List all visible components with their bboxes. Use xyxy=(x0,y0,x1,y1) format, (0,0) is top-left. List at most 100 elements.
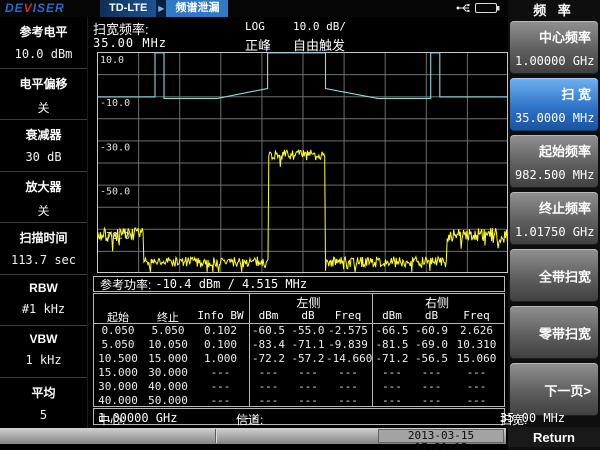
table-row: 40.00050.000--------------------- xyxy=(94,394,504,408)
table-cell: --- xyxy=(449,380,504,394)
param-value: 关 xyxy=(0,202,87,219)
analyzer-screen: DEVISER TD-LTE ▶ 频谱泄漏 参考电平 10.0 dBm 电平偏移关衰… xyxy=(0,0,600,450)
table-cell: --- xyxy=(290,394,326,408)
table-cell: -55.0 xyxy=(290,324,326,338)
spectrum-plot-canvas: 10.0-10.0-30.0-50.0-70.0 xyxy=(97,52,508,273)
param-item-attenuator: 衰减器30 dB xyxy=(0,120,87,172)
timestamp: 2013-03-15 17:21:15 xyxy=(378,429,504,443)
table-row: 0.0505.0500.102-60.5-55.0-2.575-66.5-60.… xyxy=(94,324,504,338)
softkey-column: 中心频率1.00000 GHz 扫 宽 35.0000 MHz 起始频率982.500… xyxy=(508,21,600,416)
table-header: 左侧 右侧 起始终止Info BWdBmdBFreqdBmdBFreq xyxy=(94,294,504,324)
table-cell: 5.050 xyxy=(94,338,142,352)
softkey-zero-span[interactable]: 零带扫宽 xyxy=(510,306,598,359)
column-header-row: 起始终止Info BWdBmdBFreqdBmdBFreq xyxy=(94,309,504,325)
table-cell: --- xyxy=(449,366,504,380)
table-cell: --- xyxy=(290,380,326,394)
softkey-value: 1.01750 GHz xyxy=(515,225,594,239)
param-value: 113.7 sec xyxy=(0,253,87,267)
param-label: 参考电平 xyxy=(0,23,87,40)
table-cell: 0.050 xyxy=(94,324,142,338)
column-header: dB xyxy=(290,309,326,325)
table-cell: -81.5 xyxy=(370,338,414,352)
softkey-next-page[interactable]: 下一页> xyxy=(510,363,598,416)
table-cell: 15.000 xyxy=(142,352,194,366)
breadcrumb-arrow-icon: ▶ xyxy=(156,0,166,17)
softkey-value: 35.0000 MHz xyxy=(515,111,594,125)
param-item-sweep-time: 扫描时间113.7 sec xyxy=(0,223,87,275)
table-cell: --- xyxy=(370,380,414,394)
param-value: 关 xyxy=(0,99,87,116)
ref-power-value: -10.4 dBm / 4.515 MHz xyxy=(155,277,307,291)
tab-spectrum-leakage[interactable]: 频谱泄漏 xyxy=(166,0,228,17)
param-value: 10.0 dBm xyxy=(0,47,87,61)
table-cell: -57.2 xyxy=(290,352,326,366)
reference-power-readout: 参考功率: -10.4 dBm / 4.515 MHz xyxy=(93,276,505,292)
softkey-label: 零带扫宽 xyxy=(539,323,591,342)
softkey-label: 起始频率 xyxy=(539,141,591,160)
table-cell: -66.5 xyxy=(370,324,414,338)
table-row: 5.05010.0500.100-83.4-71.1-9.839-81.5-69… xyxy=(94,338,504,352)
softkey-label: 终止频率 xyxy=(539,198,591,217)
table-divider xyxy=(249,294,250,406)
table-cell: 50.000 xyxy=(142,394,194,408)
return-button[interactable]: Return xyxy=(508,427,600,447)
softkey-label: 扫 宽 xyxy=(561,84,591,103)
table-cell: --- xyxy=(247,380,290,394)
table-cell: -14.660 xyxy=(326,352,370,366)
table-cell: -83.4 xyxy=(247,338,290,352)
deviser-logo: DEVISER xyxy=(5,1,65,15)
param-item-average: 平均5 xyxy=(0,378,87,429)
table-cell: --- xyxy=(247,366,290,380)
y-axis-tick: -30.0 xyxy=(100,142,130,153)
param-label: RBW xyxy=(0,281,87,295)
status-icons xyxy=(456,2,500,14)
table-divider xyxy=(372,294,373,406)
softkey-value: 1.00000 GHz xyxy=(515,54,594,68)
table-cell: -60.5 xyxy=(247,324,290,338)
column-header: dBm xyxy=(370,309,414,325)
left-sidebar: 参考电平10.0 dBm电平偏移关衰减器30 dB放大器关扫描时间113.7 s… xyxy=(0,17,88,428)
table-cell: --- xyxy=(414,394,449,408)
measurement-header: 扫宽频率: 35.00 MHz LOG 10.0 dB/ 正峰 自由触发 xyxy=(88,17,508,52)
table-cell: 15.000 xyxy=(94,366,142,380)
softkey-span[interactable]: 扫 宽 35.0000 MHz xyxy=(510,78,598,131)
softkey-stop-frequency[interactable]: 终止频率 1.01750 GHz xyxy=(510,192,598,245)
frequency-info-bar: 中心:1.00000 GHz 信道:--- 扫宽:35.00 MHz xyxy=(93,408,505,425)
column-header: Info BW xyxy=(194,309,247,325)
column-header: Freq xyxy=(449,309,504,325)
tab-td-lte[interactable]: TD-LTE xyxy=(100,0,156,17)
table-row: 15.00030.000--------------------- xyxy=(94,366,504,380)
param-item-level-offset: 电平偏移关 xyxy=(0,69,87,121)
param-value: 5 xyxy=(0,408,87,422)
softkey-start-frequency[interactable]: 起始频率982.500 MHz xyxy=(510,135,598,188)
column-header: dBm xyxy=(247,309,290,325)
param-value: 30 dB xyxy=(0,150,87,164)
table-body: 0.0505.0500.102-60.5-55.0-2.575-66.5-60.… xyxy=(94,324,504,408)
table-cell: --- xyxy=(326,366,370,380)
spectrum-plot: 10.0-10.0-30.0-50.0-70.0 xyxy=(97,52,508,273)
table-cell: -2.575 xyxy=(326,324,370,338)
breadcrumb: TD-LTE ▶ 频谱泄漏 xyxy=(100,0,228,17)
softkey-label: 下一页> xyxy=(544,380,591,399)
softkey-center-frequency[interactable]: 中心频率1.00000 GHz xyxy=(510,21,598,74)
table-cell: --- xyxy=(449,394,504,408)
table-cell: -72.2 xyxy=(247,352,290,366)
status-bar-divider xyxy=(215,429,216,443)
menu-title: 频 率 xyxy=(508,0,600,21)
table-cell: 40.000 xyxy=(142,380,194,394)
table-cell: 0.102 xyxy=(194,324,247,338)
table-cell: 2.626 xyxy=(449,324,504,338)
param-value: 1 kHz xyxy=(0,353,87,367)
column-header: dB xyxy=(414,309,449,325)
softkey-full-span[interactable]: 全带扫宽 xyxy=(510,249,598,302)
table-cell: 40.000 xyxy=(94,394,142,408)
table-row: 30.00040.000--------------------- xyxy=(94,380,504,394)
table-cell: 30.000 xyxy=(142,366,194,380)
param-label: 放大器 xyxy=(0,178,87,195)
table-cell: --- xyxy=(370,394,414,408)
table-cell: 5.050 xyxy=(142,324,194,338)
table-cell: --- xyxy=(194,394,247,408)
table-cell: --- xyxy=(194,380,247,394)
table-cell: -56.5 xyxy=(414,352,449,366)
table-cell: 30.000 xyxy=(94,380,142,394)
